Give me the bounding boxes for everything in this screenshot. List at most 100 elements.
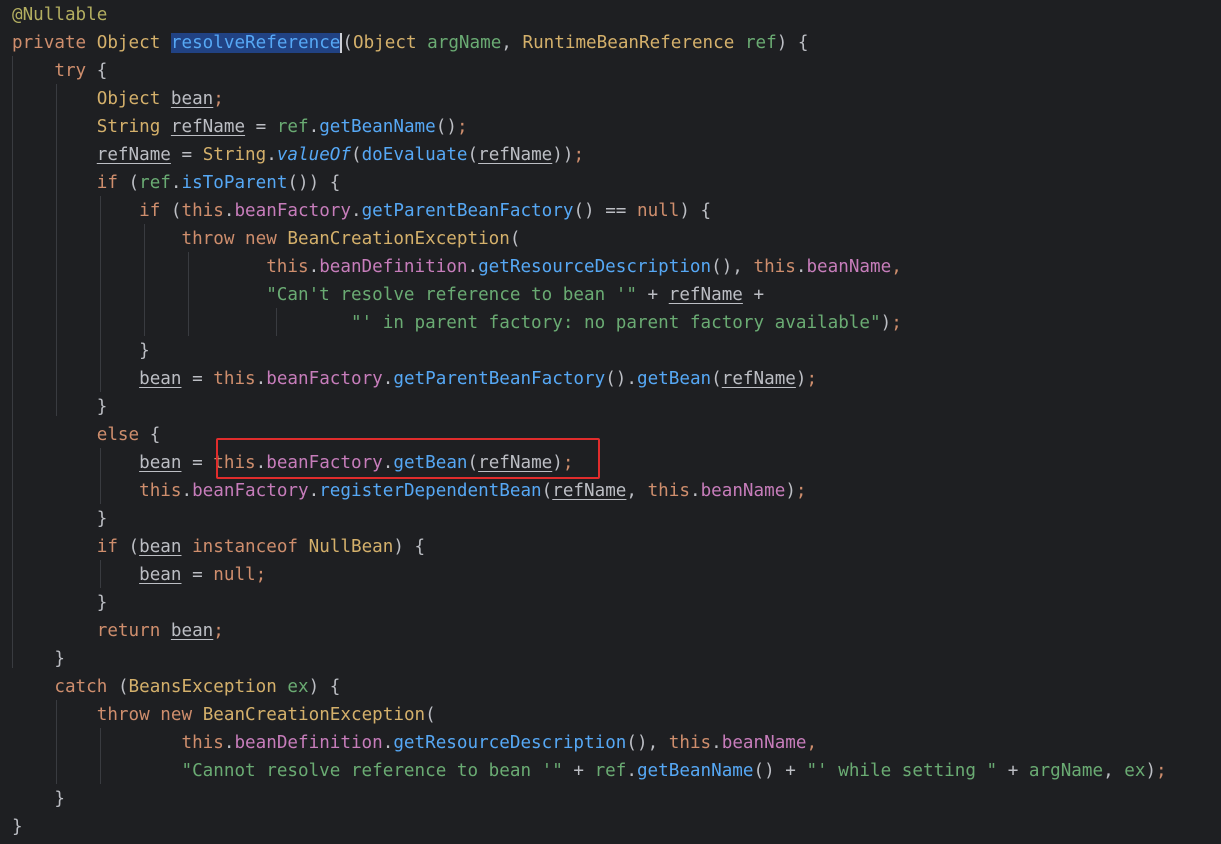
code-token: null	[637, 201, 680, 221]
code-token: resolveReference	[170, 33, 343, 53]
code-token: bean	[170, 89, 214, 109]
code-line[interactable]: }	[12, 785, 65, 813]
code-line[interactable]: catch (BeansException ex) {	[12, 673, 340, 701]
code-line[interactable]: else {	[12, 421, 161, 449]
code-line[interactable]: this.beanDefinition.getResourceDescripti…	[12, 729, 817, 757]
code-token: Object	[352, 33, 428, 53]
code-line[interactable]: }	[12, 505, 108, 533]
code-token: catch	[54, 677, 118, 697]
code-token: this	[139, 481, 182, 501]
code-token: Object	[96, 33, 171, 53]
code-token: try	[54, 61, 97, 81]
code-token: ;	[795, 481, 807, 501]
code-line[interactable]: this.beanDefinition.getResourceDescripti…	[12, 253, 902, 281]
code-line[interactable]: return bean;	[12, 617, 224, 645]
code-token: bean	[139, 453, 182, 473]
code-token: beanDefinition	[234, 733, 383, 753]
code-line[interactable]: }	[12, 645, 65, 673]
code-token: }	[54, 789, 65, 809]
code-token: null	[213, 565, 256, 585]
code-line[interactable]: "Cannot resolve reference to bean '" + r…	[12, 757, 1166, 785]
code-line[interactable]: }	[12, 337, 150, 365]
code-token: registerDependentBean	[319, 481, 542, 501]
code-line[interactable]: try {	[12, 57, 107, 85]
code-token: beanFactory	[192, 481, 309, 501]
code-line[interactable]: "' in parent factory: no parent factory …	[12, 309, 902, 337]
code-token: =	[170, 145, 203, 165]
code-token: () +	[753, 761, 807, 781]
code-token: ()) {	[287, 173, 341, 193]
code-token: .	[467, 257, 479, 277]
code-token: refName	[170, 117, 246, 137]
code-line[interactable]: refName = String.valueOf(doEvaluate(refN…	[12, 141, 584, 169]
code-token: {	[96, 61, 108, 81]
code-token: }	[96, 509, 108, 529]
code-token: ;	[573, 145, 585, 165]
code-token: (	[541, 481, 553, 501]
code-line[interactable]: if (ref.isToParent()) {	[12, 169, 341, 197]
code-line[interactable]: throw new BeanCreationException(	[12, 701, 436, 729]
code-line[interactable]: private Object resolveReference (Object a…	[12, 29, 809, 57]
code-token: ;	[213, 621, 224, 641]
code-token: ) {	[393, 537, 426, 557]
code-token: beanFactory	[266, 369, 383, 389]
code-token: "Cannot resolve reference to bean '"	[181, 761, 563, 781]
code-editor[interactable]: @Nullable private Object resolveReference…	[0, 0, 1221, 844]
code-token: beanDefinition	[319, 257, 468, 277]
code-line[interactable]: "Can't resolve reference to bean '" + re…	[12, 281, 764, 309]
code-line[interactable]: bean = null;	[12, 561, 266, 589]
code-token: }	[12, 817, 23, 837]
code-line[interactable]: bean = this.beanFactory.getParentBeanFac…	[12, 365, 817, 393]
code-token: }	[139, 341, 150, 361]
code-token: throw new	[181, 229, 288, 249]
code-line[interactable]: }	[12, 813, 23, 841]
code-line[interactable]: String refName = ref.getBeanName();	[12, 113, 468, 141]
code-token: "' while setting "	[806, 761, 998, 781]
code-token: .	[255, 369, 267, 389]
code-token: )	[1145, 761, 1157, 781]
code-line[interactable]: @Nullable	[12, 1, 107, 29]
code-token: ex	[1124, 761, 1146, 781]
code-token: ) {	[308, 677, 341, 697]
code-token: )	[880, 313, 892, 333]
code-token: {	[149, 425, 161, 445]
code-token: if	[139, 201, 171, 221]
code-token: bean	[139, 537, 182, 557]
code-line[interactable]: if (this.beanFactory.getParentBeanFactor…	[12, 197, 711, 225]
code-token: =	[181, 565, 214, 585]
code-line[interactable]: Object bean;	[12, 85, 224, 113]
code-token: throw new	[96, 705, 203, 725]
code-line[interactable]: }	[12, 393, 108, 421]
code-token: .	[181, 481, 193, 501]
code-token: getResourceDescription	[478, 257, 712, 277]
code-token: this	[647, 481, 690, 501]
code-line[interactable]: this.beanFactory.registerDependentBean(r…	[12, 477, 807, 505]
code-token: +	[636, 285, 669, 305]
code-token: ,	[891, 257, 902, 277]
code-token: if	[96, 173, 129, 193]
code-line[interactable]: if (bean instanceof NullBean) {	[12, 533, 425, 561]
code-token: (	[117, 677, 129, 697]
code-token: )	[795, 369, 807, 389]
code-token: getBeanName	[636, 761, 754, 781]
code-token: .	[308, 257, 320, 277]
code-token: getResourceDescription	[393, 733, 627, 753]
code-line[interactable]: throw new BeanCreationException(	[12, 225, 520, 253]
code-token: return	[96, 621, 171, 641]
code-token: refName	[721, 369, 796, 389]
code-token: }	[96, 397, 108, 417]
code-token: bean	[139, 369, 182, 389]
code-token: "Can't resolve reference to bean '"	[266, 285, 637, 305]
code-line[interactable]: }	[12, 589, 108, 617]
